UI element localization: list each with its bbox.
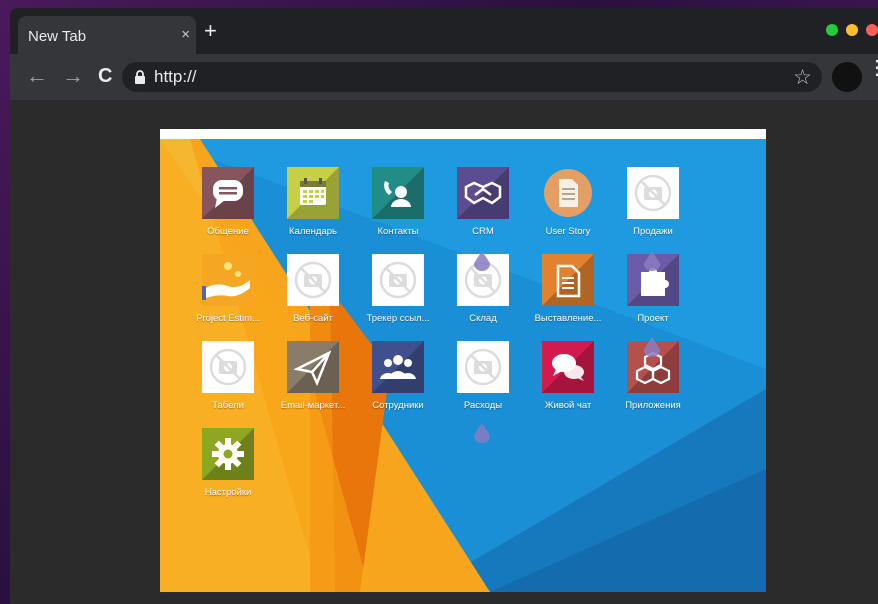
forward-arrow-icon[interactable]: → [62,64,84,88]
app-tile[interactable]: Календарь [270,139,356,237]
paper-plane-icon [287,341,339,393]
drop-marker-icon [474,251,490,271]
no-photo-icon [202,341,254,393]
no-photo-icon [287,254,339,306]
new-tab-button[interactable]: + [204,20,217,42]
app-label: Настройки [204,487,252,498]
chat-icon [202,167,254,219]
app-tile[interactable]: Email-маркет... [270,313,356,411]
back-arrow-icon[interactable]: ← [26,64,48,88]
window-maximize-button[interactable] [826,24,838,36]
tab-title: New Tab [28,28,87,45]
app-tile[interactable]: Сотрудники [355,313,441,411]
contacts-icon [372,167,424,219]
tab-bar: New Tab × + [10,8,878,54]
hand-coins-icon [202,254,254,306]
bookmark-star-icon[interactable]: ☆ [793,65,812,90]
no-photo-icon [627,167,679,219]
gear-icon [202,428,254,480]
app-label: Сотрудники [372,400,424,411]
app-tile[interactable]: Project Estim... [185,226,271,324]
tab-new-tab[interactable]: New Tab × [18,16,196,54]
window-minimize-button[interactable] [846,24,858,36]
app-tile[interactable]: Продажи [610,139,696,237]
drop-marker-icon [644,337,660,357]
url-input[interactable] [154,66,754,88]
app-tile[interactable]: Расходы [440,313,526,411]
browser-menu-icon[interactable]: ⋮ [867,58,878,78]
app-tile[interactable]: Трекер ссыл... [355,226,441,324]
app-tile[interactable]: CRM [440,139,526,237]
app-label: Email-маркет... [280,400,346,411]
handshake-icon [457,167,509,219]
live-chat-icon [542,341,594,393]
window-close-button[interactable] [866,24,878,36]
app-label: Приложения [625,400,681,411]
app-tile[interactable]: Табели [185,313,271,411]
app-tile[interactable]: Общение [185,139,271,237]
calendar-icon [287,167,339,219]
no-photo-icon [457,341,509,393]
no-photo-icon [372,254,424,306]
app-tile[interactable]: Живой чат [525,313,611,411]
address-bar[interactable]: ☆ [122,62,822,92]
app-label: Расходы [463,400,503,411]
document-icon [542,167,594,219]
reload-icon[interactable]: C [98,64,112,88]
apps-grid: Общение Календарь Контакты CRM User Story Про… [160,139,766,592]
browser-toolbar: ← → C ☆ ⋮ [10,54,878,100]
app-label: Живой чат [544,400,592,411]
profile-avatar[interactable] [832,62,862,92]
drop-marker-icon [644,251,660,271]
tab-close-icon[interactable]: × [181,26,190,43]
lock-icon [135,70,145,84]
app-viewport: Общение Календарь Контакты CRM User Story Про… [160,129,766,592]
drop-marker-icon [474,423,490,443]
app-tile[interactable]: Контакты [355,139,441,237]
app-tile[interactable]: Веб-сайт [270,226,356,324]
invoice-icon [542,254,594,306]
employees-icon [372,341,424,393]
app-tile[interactable]: Выставление... [525,226,611,324]
app-tile[interactable]: User Story [525,139,611,237]
app-tile[interactable]: Настройки [185,400,271,498]
